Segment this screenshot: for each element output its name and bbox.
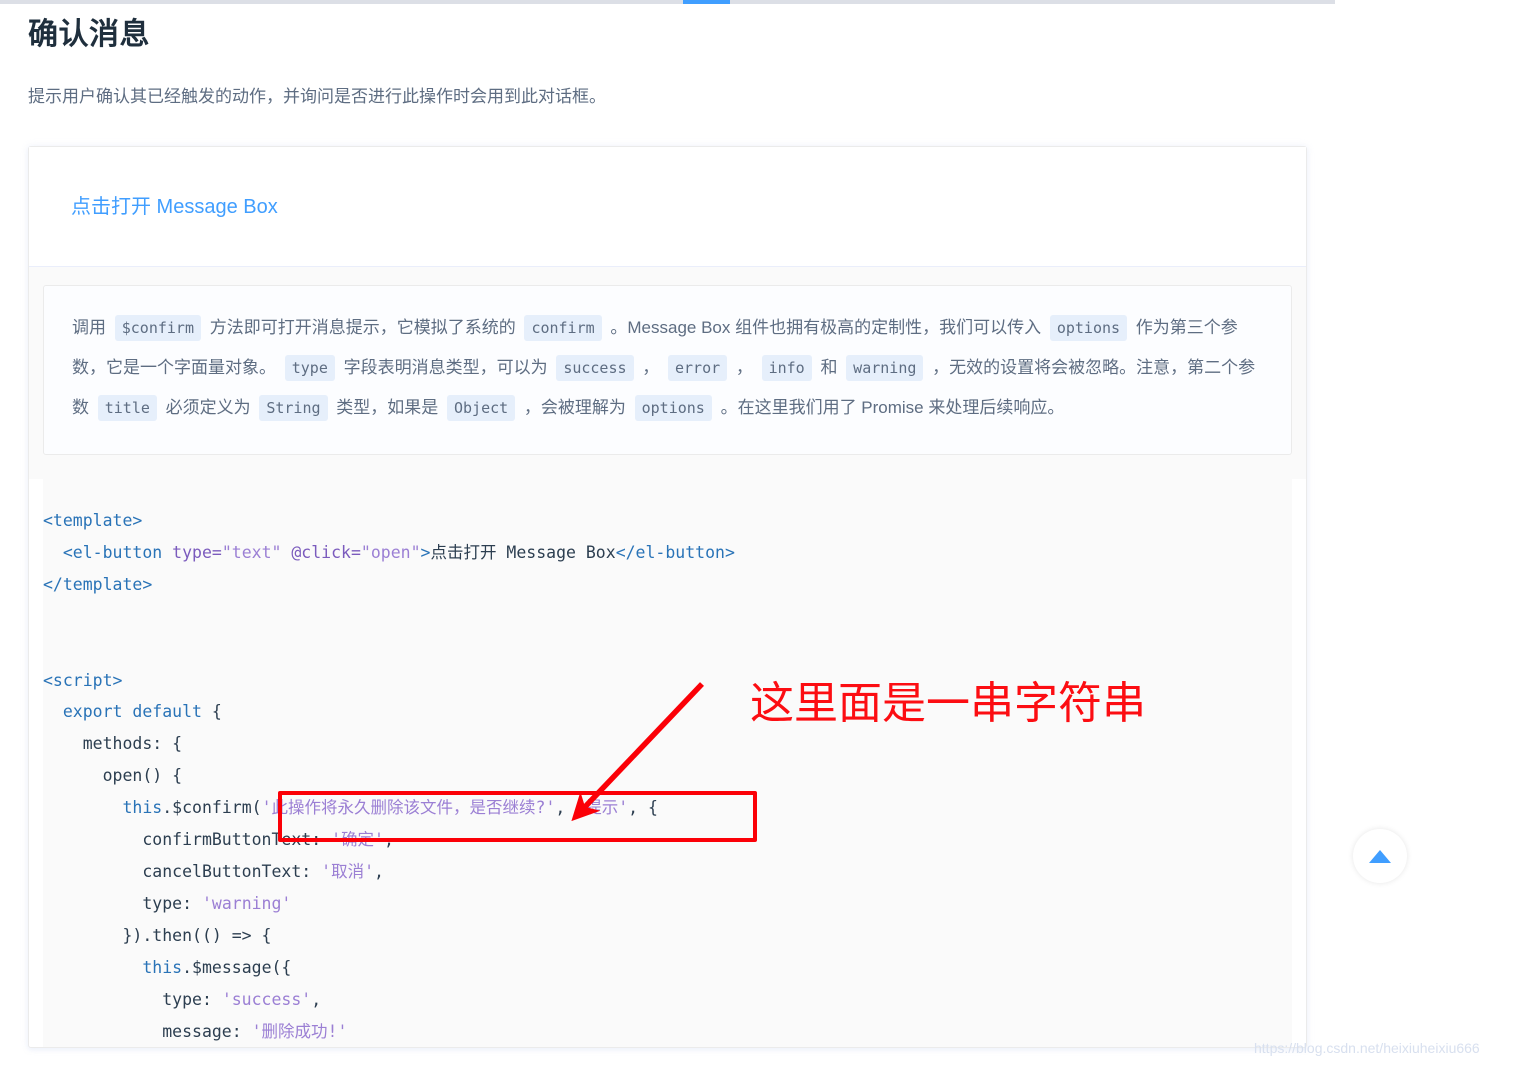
code-token: ,	[555, 798, 576, 818]
code-token: ,	[374, 861, 384, 881]
code-token: open() {	[43, 766, 183, 786]
inline-code-token: options	[634, 395, 712, 421]
code-token: type=	[172, 542, 222, 562]
code-token: <el-button	[62, 542, 173, 562]
code-token: confirmButtonText:	[43, 830, 332, 850]
code-token: "open"	[360, 542, 421, 562]
inline-code-token: options	[1049, 315, 1128, 341]
caret-up-icon	[1369, 849, 1391, 863]
code-token: methods: {	[43, 734, 183, 754]
open-message-box-button[interactable]: 点击打开 Message Box	[71, 197, 278, 217]
inline-code-token: Object	[446, 395, 516, 421]
code-source: <template> <el-button type="text" @click…	[43, 495, 1292, 1047]
code-token: }).then(() => {	[43, 925, 272, 945]
demo-card: 点击打开 Message Box 调用 $confirm 方法即可打开消息提示，…	[28, 146, 1307, 1049]
inline-code-token: warning	[846, 355, 924, 381]
code-token: '删除成功!'	[251, 1021, 348, 1041]
code-token: this	[142, 957, 183, 977]
inline-code-token: type	[284, 355, 335, 381]
code-token: @click=	[291, 542, 361, 562]
code-token: type:	[43, 989, 222, 1009]
annotation-label: 这里面是一串字符串	[750, 678, 1146, 729]
page-container: 确认消息 提示用户确认其已经触发的动作，并询问是否进行此操作时会用到此对话框。 …	[0, 0, 1335, 1049]
code-token: this	[122, 798, 163, 818]
code-token: .$confirm(	[162, 798, 262, 818]
code-token: <script>	[43, 670, 123, 690]
code-token: </el-button>	[615, 542, 735, 562]
code-token: ,	[311, 989, 322, 1009]
code-token: ,	[383, 830, 394, 850]
code-token: {	[201, 702, 222, 722]
inline-code-token: title	[97, 395, 157, 421]
page-description: 提示用户确认其已经触发的动作，并询问是否进行此操作时会用到此对话框。	[28, 87, 606, 106]
page-title: 确认消息	[28, 18, 150, 51]
code-token: </template>	[43, 574, 153, 594]
code-token: .$message({	[182, 957, 292, 977]
code-token: '提示'	[575, 798, 629, 818]
inline-code-token: $confirm	[114, 315, 201, 341]
code-token: '确定'	[331, 830, 384, 850]
inline-code-token: error	[667, 355, 728, 381]
demo-description-text: 调用 $confirm 方法即可打开消息提示，它模拟了系统的 confirm 。…	[72, 308, 1263, 428]
code-token: message:	[43, 1021, 252, 1041]
code-block: <template> <el-button type="text" @click…	[43, 479, 1292, 1048]
code-token: "text"	[221, 542, 282, 562]
watermark: https://blog.csdn.net/heixiuheixiu666	[1254, 1040, 1480, 1056]
code-token: <template>	[43, 511, 143, 530]
code-token: >	[420, 542, 431, 562]
code-token: '取消'	[321, 861, 375, 881]
code-token: '此操作将永久删除该文件，是否继续?'	[261, 798, 556, 818]
inline-code-token: confirm	[524, 315, 602, 341]
code-token: cancelButtonText:	[43, 861, 322, 881]
inline-code-token: success	[556, 355, 634, 381]
code-token: 点击打开 Message Box	[430, 542, 616, 562]
code-token: export default	[62, 702, 202, 722]
inline-code-token: String	[259, 395, 328, 421]
code-token: , {	[628, 798, 658, 818]
code-token: 'success'	[221, 989, 312, 1009]
code-token: type:	[43, 893, 202, 913]
demo-preview-area: 点击打开 Message Box	[29, 147, 1306, 266]
demo-description-box: 调用 $confirm 方法即可打开消息提示，它模拟了系统的 confirm 。…	[43, 285, 1292, 455]
code-token: 'warning'	[201, 893, 292, 913]
scroll-to-top-button[interactable]	[1353, 829, 1407, 883]
demo-meta-area: 调用 $confirm 方法即可打开消息提示，它模拟了系统的 confirm 。…	[29, 266, 1306, 479]
inline-code-token: info	[761, 355, 812, 381]
